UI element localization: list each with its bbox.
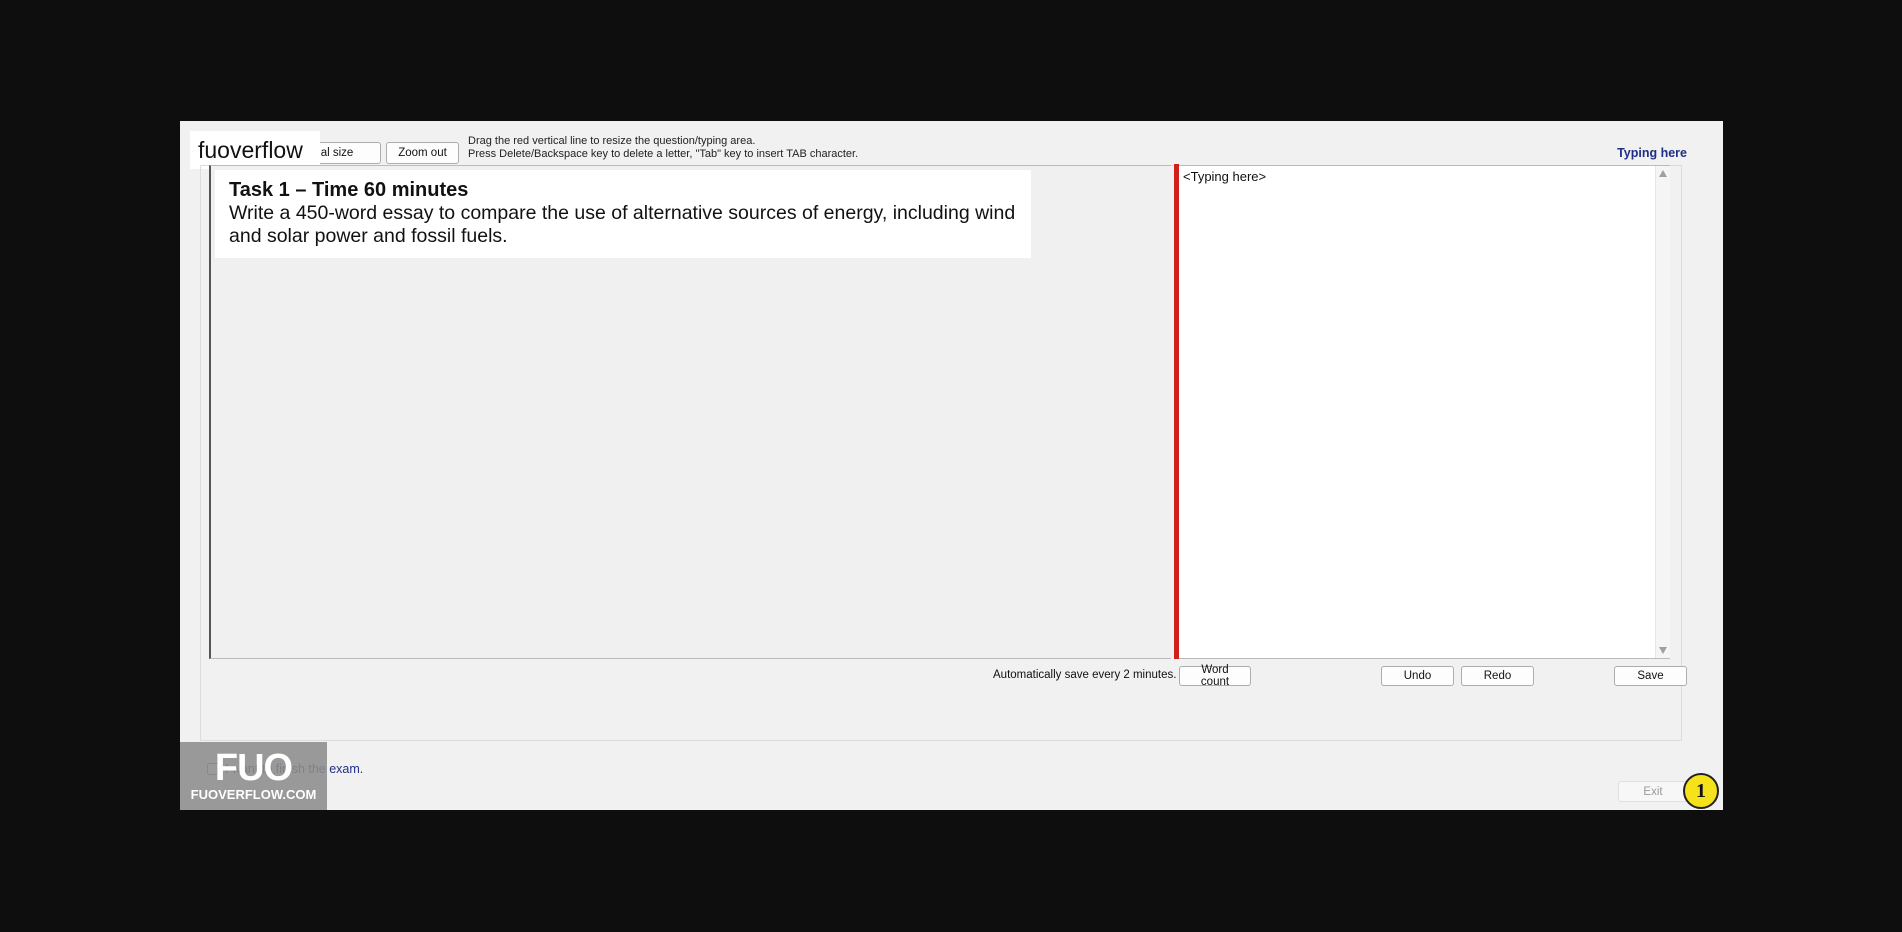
watermark-badge-mark: FUO xyxy=(214,747,293,789)
instruction-line: Drag the red vertical line to resize the… xyxy=(468,135,756,147)
watermark-badge-domain: FUOVERFLOW.COM xyxy=(190,787,317,802)
redo-button[interactable]: Redo xyxy=(1461,666,1534,686)
instruction-line: Press Delete/Backspace key to delete a l… xyxy=(468,148,859,160)
exam-window: al size fuoverflow Zoom out Drag the red… xyxy=(180,121,1723,810)
instructions-text: Drag the red vertical line to resize the… xyxy=(468,135,858,161)
task-prompt: Write a 450-word essay to compare the us… xyxy=(229,202,1016,247)
scroll-down-arrow-icon[interactable] xyxy=(1659,647,1667,654)
task-title: Task 1 – Time 60 minutes xyxy=(229,179,469,201)
question-pane: Task 1 – Time 60 minutes Write a 450-wor… xyxy=(209,165,1171,659)
watermark-badge: FUO FUOVERFLOW.COM xyxy=(180,742,327,810)
scroll-up-arrow-icon[interactable] xyxy=(1659,170,1667,177)
typing-here-label: Typing here xyxy=(1617,146,1687,160)
exit-button[interactable]: Exit xyxy=(1618,781,1688,802)
autosave-text: Automatically save every 2 minutes. xyxy=(993,669,1177,681)
typing-scrollbar[interactable] xyxy=(1655,166,1670,658)
step-marker-badge: 1 xyxy=(1683,773,1719,809)
zoom-out-button[interactable]: Zoom out xyxy=(386,142,459,164)
typing-area[interactable]: <Typing here> xyxy=(1179,165,1670,659)
typing-placeholder: <Typing here> xyxy=(1183,169,1267,184)
watermark-logo: fuoverflow xyxy=(190,131,320,169)
word-count-button[interactable]: Word count xyxy=(1179,664,1251,688)
undo-button[interactable]: Undo xyxy=(1381,666,1454,686)
question-card: Task 1 – Time 60 minutes Write a 450-wor… xyxy=(215,170,1031,258)
save-button[interactable]: Save xyxy=(1614,666,1687,686)
